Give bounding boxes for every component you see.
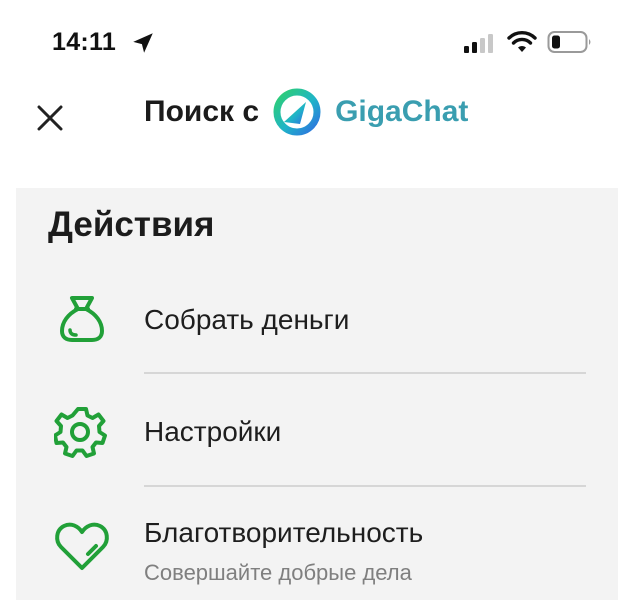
screen: 14:11 Поиск с GigaChat Действия Собрать … xyxy=(0,0,634,600)
header-title: Поиск с GigaChat xyxy=(144,88,469,136)
action-label-collect-money: Собрать деньги xyxy=(144,304,350,335)
money-bag-icon xyxy=(60,296,104,342)
action-sublabel-charity: Совершайте добрые дела xyxy=(144,560,412,585)
action-item-charity[interactable]: Благотворительность Совершайте добрые де… xyxy=(16,506,618,600)
heart-icon xyxy=(55,522,109,570)
actions-heading: Действия xyxy=(48,205,215,244)
location-arrow-icon xyxy=(133,33,153,53)
header-search-label: Поиск с xyxy=(144,95,260,128)
action-label-settings: Настройки xyxy=(144,416,282,447)
divider xyxy=(144,485,586,487)
action-item-collect-money[interactable]: Собрать деньги xyxy=(16,282,618,362)
cellular-signal-icon xyxy=(464,34,493,53)
close-button[interactable] xyxy=(30,98,70,138)
gigachat-logo-icon xyxy=(273,88,321,136)
close-icon xyxy=(37,105,63,131)
action-item-settings[interactable]: Настройки xyxy=(16,394,618,474)
gear-icon xyxy=(54,407,107,458)
divider xyxy=(144,372,586,374)
action-label-charity: Благотворительность xyxy=(144,517,424,548)
gigachat-brand: GigaChat xyxy=(335,95,469,128)
battery-icon xyxy=(547,31,591,53)
status-time: 14:11 xyxy=(52,28,117,56)
actions-panel: Действия Собрать деньги Настройки Благот… xyxy=(16,188,618,600)
wifi-icon xyxy=(507,31,537,52)
status-bar: 14:11 xyxy=(0,0,634,90)
